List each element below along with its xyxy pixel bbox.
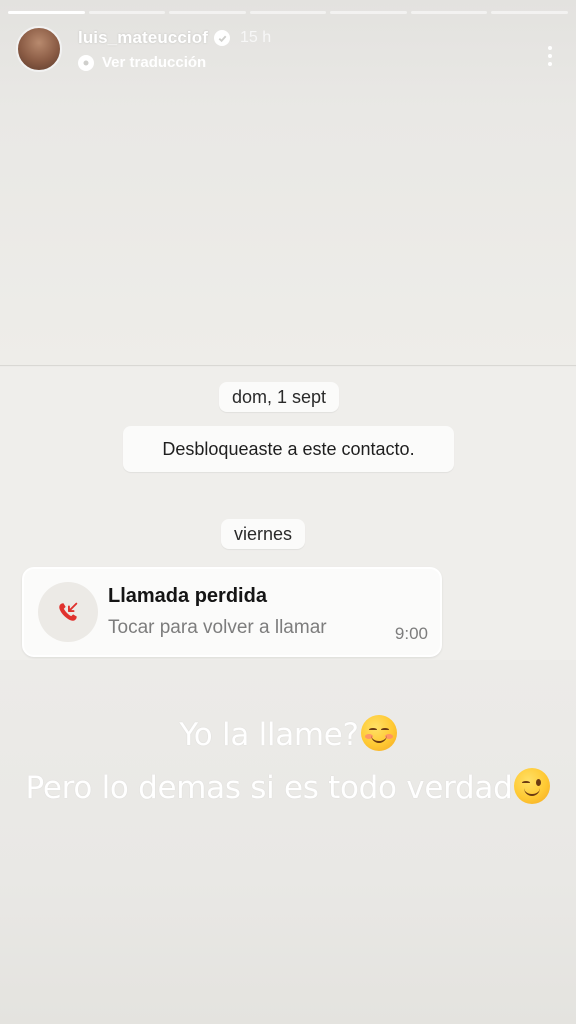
caption-text: Yo la llame? xyxy=(179,717,359,753)
translate-link[interactable]: Ver traducción xyxy=(78,54,271,71)
progress-segment xyxy=(169,11,246,14)
story-header: luis_mateucciof 15 h Ver traducción xyxy=(16,26,560,76)
caption-text: Pero lo demas si es todo verdad xyxy=(25,770,513,806)
translate-label: Ver traducción xyxy=(102,54,207,71)
header-user-line: luis_mateucciof 15 h xyxy=(78,28,271,48)
smiling-face-emoji-icon xyxy=(360,715,397,751)
system-message: Desbloqueaste a este contacto. xyxy=(123,426,454,472)
missed-call-subtitle: Tocar para volver a llamar xyxy=(108,617,327,638)
progress-segment xyxy=(88,11,166,14)
missed-call-icon xyxy=(38,582,98,642)
story-header-text: luis_mateucciof 15 h Ver traducción xyxy=(78,28,271,71)
date-chip: dom, 1 sept xyxy=(219,382,340,412)
missed-call-title: Llamada perdida xyxy=(108,585,267,607)
more-options-icon[interactable] xyxy=(540,38,560,74)
progress-segment xyxy=(330,11,407,14)
story-caption-line-2: Pero lo demas si es todo verdad xyxy=(0,768,576,806)
translate-icon xyxy=(78,54,94,71)
progress-segment xyxy=(410,11,488,14)
story-progress-bar xyxy=(8,11,569,14)
progress-segment xyxy=(491,11,569,14)
progress-segment xyxy=(249,11,327,14)
progress-segment xyxy=(8,11,85,14)
post-time: 15 h xyxy=(240,29,272,46)
verified-badge-icon xyxy=(214,30,230,46)
missed-call-time: 9:00 xyxy=(394,624,428,643)
username[interactable]: luis_mateucciof xyxy=(78,28,208,48)
avatar[interactable] xyxy=(16,26,62,72)
story-caption-line-1: Yo la llame? xyxy=(0,715,576,753)
missed-call-message[interactable]: Llamada perdida Tocar para volver a llam… xyxy=(22,567,442,657)
winking-face-emoji-icon xyxy=(514,768,551,804)
date-chip: viernes xyxy=(221,519,306,549)
